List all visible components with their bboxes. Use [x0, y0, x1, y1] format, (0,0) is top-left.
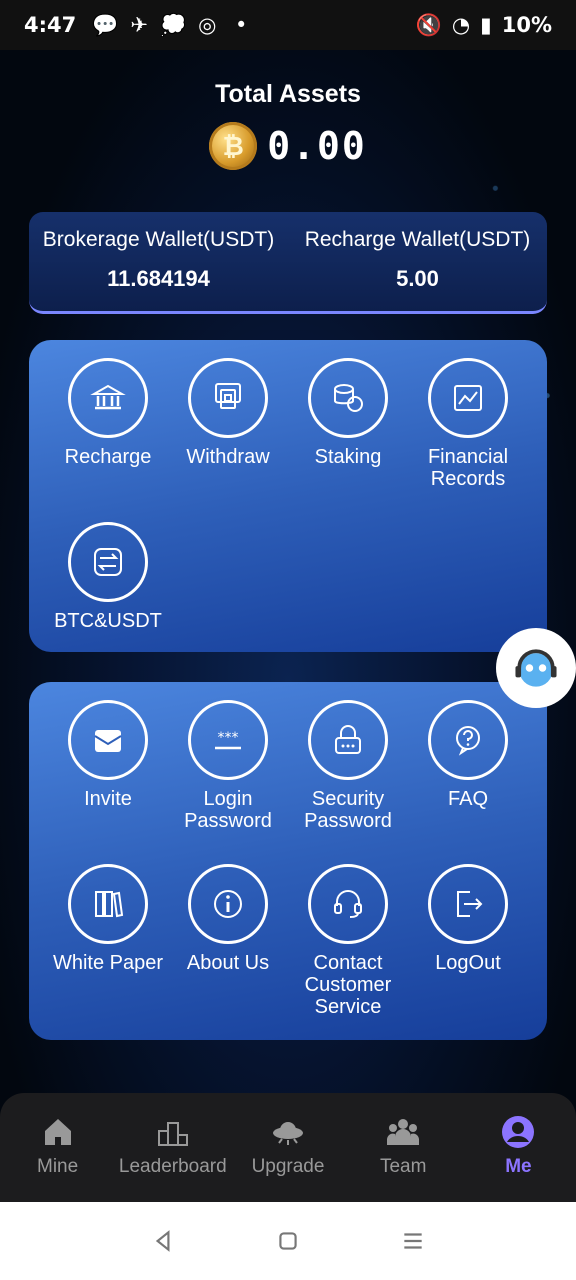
about-us-label: About Us	[186, 952, 270, 974]
tab-label: Team	[379, 1156, 427, 1177]
coins-icon	[308, 358, 388, 438]
recharge-wallet-value: 5.00	[396, 266, 439, 291]
messenger-icon: ◎	[198, 13, 217, 37]
btc-usdt-button[interactable]: BTC&USDT	[48, 522, 168, 632]
security-password-label: Security Password	[304, 788, 392, 832]
about-us-button[interactable]: About Us	[168, 864, 288, 974]
btc-usdt-label: BTC&USDT	[54, 610, 162, 632]
bitcoin-coin-icon: ₿	[209, 122, 258, 170]
logout-button[interactable]: LogOut	[408, 864, 528, 974]
chat-icon: 💬	[92, 12, 119, 37]
customer-support-button[interactable]	[496, 628, 576, 708]
actions-panel: Recharge Withdraw Staking Financial Records B…	[29, 340, 547, 652]
notification-icons: 💬 ✈ 💭 ◎ •	[92, 12, 252, 38]
security-password-button[interactable]: Security Password	[288, 700, 408, 832]
invite-button[interactable]: Invite	[48, 700, 168, 810]
home-button-icon[interactable]	[275, 1228, 301, 1254]
chart-icon	[428, 358, 508, 438]
book-icon	[68, 864, 148, 944]
lock-icon	[308, 700, 388, 780]
telegram-icon: ✈	[130, 13, 149, 37]
financial-records-label: Financial Records	[427, 446, 509, 490]
logout-label: LogOut	[435, 952, 501, 974]
login-password-label: Login Password	[184, 788, 272, 832]
user-icon	[502, 1116, 535, 1148]
invite-label: Invite	[84, 788, 132, 810]
brokerage-wallet[interactable]: Brokerage Wallet(USDT) 11.684194	[29, 212, 288, 311]
wifi-icon: ◔	[451, 13, 471, 37]
wallets-card: Brokerage Wallet(USDT) 11.684194 Recharg…	[29, 212, 547, 314]
tab-label: Upgrade	[251, 1156, 325, 1177]
faq-label: FAQ	[447, 788, 488, 810]
login-password-button[interactable]: *** Login Password	[168, 700, 288, 832]
tab-team[interactable]: Team	[346, 1093, 461, 1202]
tab-upgrade[interactable]: Upgrade	[230, 1093, 345, 1202]
tab-label: Leaderboard	[118, 1156, 227, 1177]
swap-icon	[68, 522, 148, 602]
menu-icon[interactable]	[400, 1228, 426, 1254]
tab-mine[interactable]: Mine	[0, 1093, 115, 1202]
white-paper-button[interactable]: White Paper	[48, 864, 168, 974]
app-screen: Total Assets ₿ 0.00 Brokerage Wallet(USD…	[0, 50, 576, 1202]
white-paper-label: White Paper	[52, 952, 164, 974]
withdraw-label: Withdraw	[186, 446, 270, 468]
support-robot-icon	[515, 649, 557, 687]
home-icon	[44, 1119, 71, 1145]
logout-icon	[428, 864, 508, 944]
question-icon	[428, 700, 508, 780]
envelope-icon	[68, 700, 148, 780]
brokerage-wallet-label: Brokerage Wallet(USDT)	[42, 228, 275, 251]
mute-icon: 🔇	[415, 12, 442, 37]
signal-icon: ▮	[480, 13, 492, 37]
team-icon	[387, 1119, 420, 1145]
message-icon: 💭	[160, 12, 187, 37]
status-time: 4:47	[24, 13, 77, 37]
tab-leaderboard[interactable]: Leaderboard	[115, 1093, 230, 1202]
podium-icon	[157, 1122, 188, 1146]
tab-label: Mine	[37, 1156, 79, 1177]
atm-icon	[188, 358, 268, 438]
ufo-icon	[273, 1122, 303, 1145]
recharge-wallet[interactable]: Recharge Wallet(USDT) 5.00	[288, 212, 547, 311]
total-assets-value: 0.00	[267, 124, 367, 168]
recharge-button[interactable]: Recharge	[48, 358, 168, 468]
financial-records-button[interactable]: Financial Records	[408, 358, 528, 490]
status-bar: 4:47 💬 ✈ 💭 ◎ • 🔇 ◔ ▮ 10%	[0, 0, 576, 50]
tab-label: Me	[505, 1156, 532, 1177]
settings-panel: Invite *** Login Password Security Password FA…	[29, 682, 547, 1040]
system-nav-bar	[0, 1202, 576, 1280]
svg-text:***: ***	[218, 730, 239, 746]
bank-icon	[68, 358, 148, 438]
contact-customer-service-label: Contact Customer Service	[304, 952, 392, 1018]
faq-button[interactable]: FAQ	[408, 700, 528, 810]
battery-level: 10%	[501, 13, 552, 37]
password-icon: ***	[188, 700, 268, 780]
total-assets-row: ₿ 0.00	[0, 122, 576, 170]
bottom-tab-bar: Mine Leaderboard Upgrade Team Me	[0, 1093, 576, 1202]
contact-customer-service-button[interactable]: Contact Customer Service	[288, 864, 408, 1018]
total-assets-title: Total Assets	[215, 80, 361, 108]
staking-button[interactable]: Staking	[288, 358, 408, 468]
info-icon	[188, 864, 268, 944]
back-icon[interactable]	[150, 1228, 176, 1254]
status-right: 🔇 ◔ ▮ 10%	[416, 13, 552, 38]
headset-icon	[308, 864, 388, 944]
recharge-wallet-label: Recharge Wallet(USDT)	[304, 228, 531, 251]
tab-me[interactable]: Me	[461, 1093, 576, 1202]
staking-label: Staking	[314, 446, 382, 468]
dot-icon: •	[235, 13, 248, 37]
brokerage-wallet-value: 11.684194	[107, 266, 210, 291]
withdraw-button[interactable]: Withdraw	[168, 358, 288, 468]
recharge-label: Recharge	[64, 446, 152, 468]
